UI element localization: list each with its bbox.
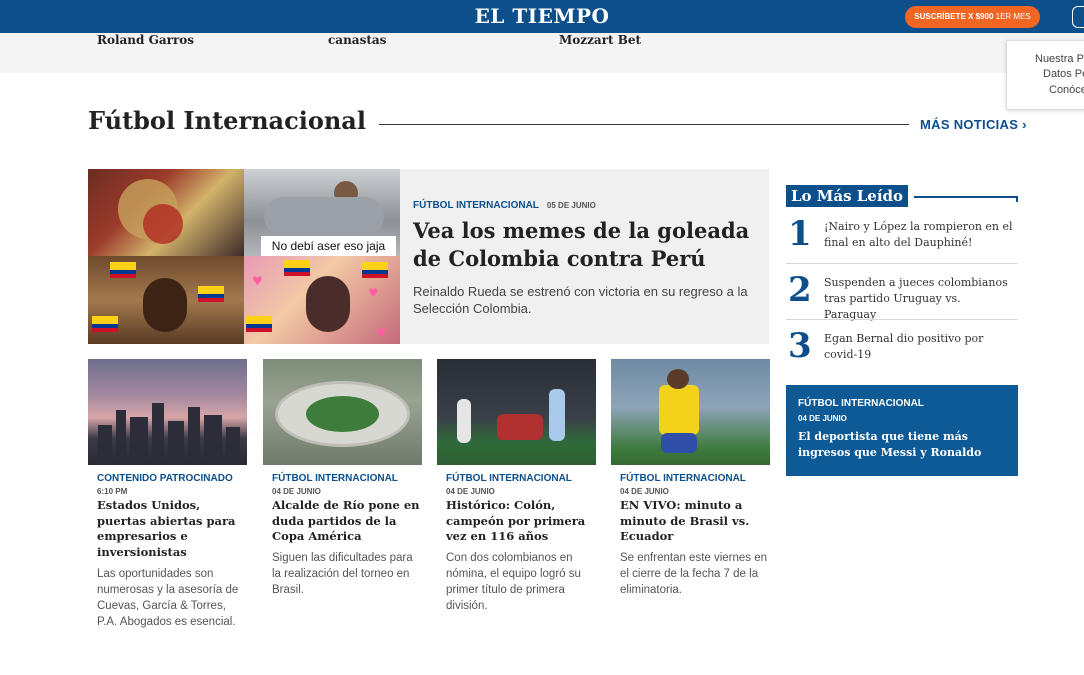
card-category[interactable]: CONTENIDO PATROCINADO xyxy=(97,473,233,484)
meme-image xyxy=(88,256,244,344)
card-image[interactable] xyxy=(88,359,247,465)
colombia-flag-icon xyxy=(110,262,136,278)
featured-article[interactable]: No debí aser eso jaja ♥ ♥ ♥ FÚTBOL INTER… xyxy=(88,169,769,344)
most-read-rank: 2 xyxy=(788,270,812,310)
feature-date: 05 DE JUNIO xyxy=(546,201,596,210)
strip-item[interactable]: Roland Garros xyxy=(97,33,194,47)
heart-icon: ♥ xyxy=(376,326,387,340)
promo-category[interactable]: FÚTBOL INTERNACIONAL xyxy=(798,398,924,409)
promo-title[interactable]: El deportista que tiene más ingresos que… xyxy=(798,429,1010,461)
colombia-flag-icon xyxy=(246,316,272,332)
card-summary: Se enfrentan este viernes en el cierre d… xyxy=(620,552,768,596)
most-read-item[interactable]: 2 Suspenden a jueces colombianos tras pa… xyxy=(786,270,1018,324)
strip-item[interactable]: Mozzart Bet xyxy=(559,33,641,47)
user-icon[interactable] xyxy=(1072,6,1084,28)
card-category[interactable]: FÚTBOL INTERNACIONAL xyxy=(446,473,572,484)
card-summary: Siguen las dificultades para la realizac… xyxy=(272,552,413,596)
heart-icon: ♥ xyxy=(368,286,379,300)
card-category[interactable]: FÚTBOL INTERNACIONAL xyxy=(620,473,746,484)
featured-image-collage[interactable]: No debí aser eso jaja ♥ ♥ ♥ xyxy=(88,169,400,344)
headlines-strip: Roland Garros canastas Mozzart Bet xyxy=(0,33,1084,73)
most-read-headline[interactable]: Egan Bernal dio positivo por covid-19 xyxy=(824,331,1016,363)
meme-image: ♥ ♥ ♥ xyxy=(244,256,400,344)
colombia-flag-icon xyxy=(362,262,388,278)
card-summary: Con dos colombianos en nómina, el equipo… xyxy=(446,552,581,612)
card-title[interactable]: EN VIVO: minuto a minuto de Brasil vs. E… xyxy=(620,498,770,545)
privacy-notice: Nuestra P Datos Pe Conóce xyxy=(1006,40,1084,110)
promo-article[interactable]: FÚTBOL INTERNACIONAL 04 DE JUNIO El depo… xyxy=(786,385,1018,476)
subscribe-label: SUSCRÍBETE X $900 xyxy=(914,12,994,21)
colombia-flag-icon xyxy=(92,316,118,332)
privacy-link[interactable]: Conóce xyxy=(1049,84,1084,96)
feature-category: FÚTBOL INTERNACIONAL 05 DE JUNIO xyxy=(413,200,596,211)
meme-caption: No debí aser eso jaja xyxy=(261,236,396,256)
feature-category-label[interactable]: FÚTBOL INTERNACIONAL xyxy=(413,200,539,211)
most-read-headline[interactable]: ¡Nairo y López la rompieron en el final … xyxy=(824,219,1016,251)
most-read-rank: 1 xyxy=(788,214,812,254)
colombia-flag-icon xyxy=(284,260,310,276)
feature-summary: Reinaldo Rueda se estrenó con victoria e… xyxy=(413,284,748,316)
more-news-link[interactable]: MÁS NOTICIAS › xyxy=(920,117,1027,132)
card-category[interactable]: FÚTBOL INTERNACIONAL xyxy=(272,473,398,484)
heart-icon: ♥ xyxy=(252,274,263,288)
meme-image: No debí aser eso jaja xyxy=(244,169,400,256)
card-image[interactable] xyxy=(263,359,422,465)
card-image[interactable] xyxy=(437,359,596,465)
most-read-divider-tick xyxy=(1016,196,1018,202)
card-date: 04 DE JUNIO xyxy=(272,487,321,496)
privacy-line: Nuestra P xyxy=(1035,53,1084,65)
privacy-line: Datos Pe xyxy=(1043,68,1084,80)
card-date: 6:10 PM xyxy=(97,487,128,496)
most-read-item[interactable]: 1 ¡Nairo y López la rompieron en el fina… xyxy=(786,214,1018,268)
subscribe-suffix: 1ER MES xyxy=(995,12,1031,21)
card-summary: Las oportunidades son numerosas y la ase… xyxy=(97,568,239,628)
card-image[interactable] xyxy=(611,359,770,465)
top-header-bar: EL TIEMPO SUSCRÍBETE X $900 1ER MES xyxy=(0,0,1084,33)
card-title[interactable]: Alcalde de Río pone en duda partidos de … xyxy=(272,498,422,545)
strip-item[interactable]: canastas xyxy=(328,33,386,47)
card-title[interactable]: Estados Unidos, puertas abiertas para em… xyxy=(97,498,247,560)
card-title[interactable]: Histórico: Colón, campeón por primera ve… xyxy=(446,498,596,545)
section-title: Fútbol Internacional xyxy=(88,106,366,135)
subscribe-button[interactable]: SUSCRÍBETE X $900 1ER MES xyxy=(905,6,1040,28)
most-read-headline[interactable]: Suspenden a jueces colombianos tras part… xyxy=(824,275,1016,323)
most-read-divider xyxy=(914,196,1018,198)
most-read-rank: 3 xyxy=(788,326,812,366)
divider xyxy=(786,263,1018,264)
most-read-title: Lo Más Leído xyxy=(786,185,909,207)
colombia-flag-icon xyxy=(198,286,224,302)
meme-image xyxy=(88,169,244,256)
card-date: 04 DE JUNIO xyxy=(620,487,669,496)
promo-date: 04 DE JUNIO xyxy=(798,414,847,423)
most-read-item[interactable]: 3 Egan Bernal dio positivo por covid-19 xyxy=(786,326,1018,380)
card-date: 04 DE JUNIO xyxy=(446,487,495,496)
section-divider xyxy=(379,124,909,125)
feature-headline[interactable]: Vea los memes de la goleada de Colombia … xyxy=(413,217,758,273)
divider xyxy=(786,319,1018,320)
